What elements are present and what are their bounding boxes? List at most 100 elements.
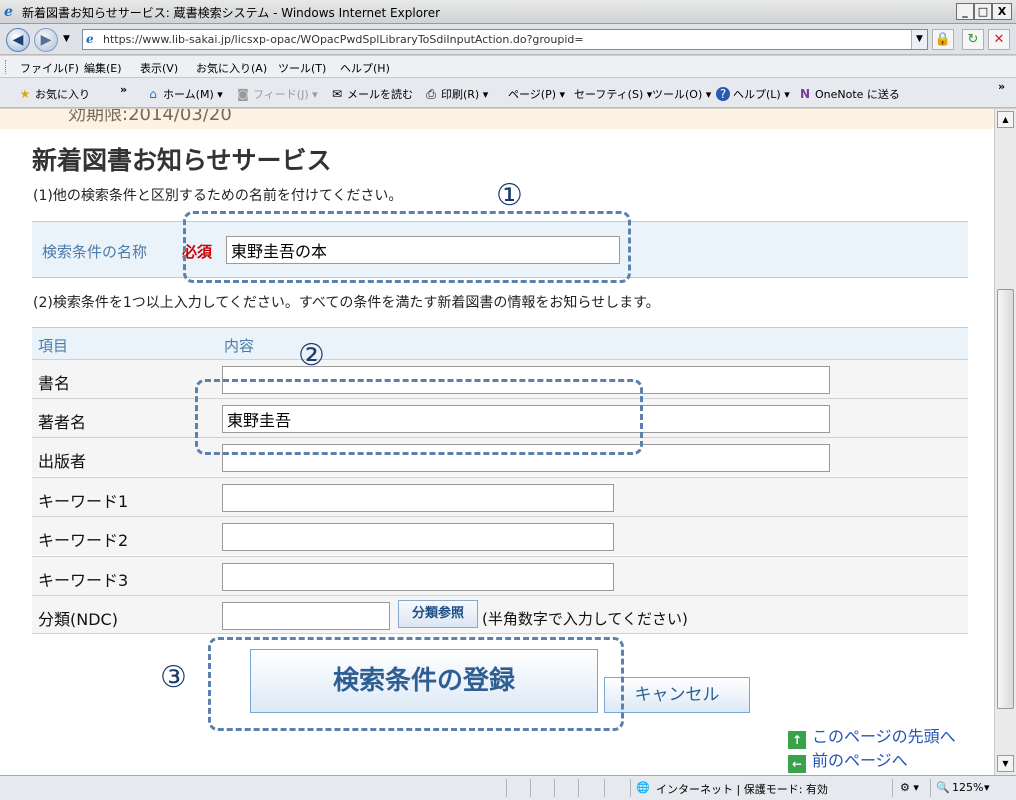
annotation-box-1 <box>183 211 631 283</box>
author-label: 著者名 <box>38 413 87 432</box>
address-field[interactable]: e https://www.lib-sakai.jp/licsxp-opac/W… <box>82 29 928 50</box>
command-bar: ★ お気に入り » ⌂ ホーム(M) ▾ ◙ フィード(J) ▾ ✉ メールを読む ⎙ 印… <box>0 78 1016 108</box>
star-icon: ★ <box>19 87 31 101</box>
field-row-keyword3: キーワード3 <box>32 556 968 595</box>
annotation-marker-1: ① <box>496 178 523 213</box>
previous-page-link[interactable]: ← 前のページへ <box>788 747 908 773</box>
field-row-ndc: 分類(NDC) 分類参照 (半角数字で入力してください) <box>32 595 968 634</box>
safety-label: セーフティ(S) <box>574 88 644 101</box>
page-menu[interactable]: ページ(P) ▾ <box>508 86 565 102</box>
step1-instruction: (1)他の検索条件と区別するための名前を付けてください。 <box>33 188 403 204</box>
home-button[interactable]: ⌂ ホーム(M) ▾ <box>146 86 223 102</box>
back-to-top-label: このページの先頭へ <box>812 727 956 746</box>
previous-page-label: 前のページへ <box>812 751 908 770</box>
status-divider <box>630 779 631 797</box>
menu-bar: ファイル(F) 編集(E) 表示(V) お気に入り(A) ツール(T) ヘルプ(… <box>0 56 1016 78</box>
menu-view[interactable]: 表示(V) <box>140 60 178 76</box>
menu-edit[interactable]: 編集(E) <box>84 60 122 76</box>
menu-file[interactable]: ファイル(F) <box>20 60 79 76</box>
forward-button[interactable]: ▶ <box>34 28 58 52</box>
left-arrow-icon: ← <box>788 755 806 773</box>
keyword3-input[interactable] <box>222 563 614 591</box>
menu-favorites[interactable]: お気に入り(A) <box>196 60 267 76</box>
status-divider <box>930 779 931 797</box>
address-dropdown-icon[interactable]: ▼ <box>911 30 927 49</box>
annotation-box-2 <box>195 379 643 455</box>
back-button[interactable]: ◀ <box>6 28 30 52</box>
header-item: 項目 <box>38 337 69 355</box>
tools-menu[interactable]: ツール(O) ▾ <box>652 86 711 102</box>
tools-label: ツール(O) <box>652 88 703 101</box>
lock-icon[interactable]: 🔒 <box>932 29 954 50</box>
window-title: 新着図書お知らせサービス: 蔵書検索システム - Windows Interne… <box>22 6 441 20</box>
header-content: 内容 <box>224 337 255 355</box>
cancel-button[interactable]: キャンセル <box>604 677 750 713</box>
print-button[interactable]: ⎙ 印刷(R) ▾ <box>424 86 488 102</box>
scroll-thumb[interactable] <box>997 289 1014 709</box>
favorites-label: お気に入り <box>35 88 90 101</box>
annotation-marker-3: ③ <box>160 660 187 695</box>
protected-mode-icon[interactable]: ⚙ ▾ <box>900 781 919 794</box>
ndc-lookup-button[interactable]: 分類参照 <box>398 600 478 628</box>
ie-logo-icon: e <box>4 4 13 20</box>
status-divider <box>892 779 893 797</box>
feed-icon: ◙ <box>237 87 249 101</box>
zoom-icon: 🔍 <box>936 781 950 794</box>
globe-icon: 🌐 <box>636 781 650 794</box>
scroll-down-icon[interactable]: ▼ <box>997 755 1014 772</box>
page-title: 新着図書お知らせサービス <box>32 146 332 175</box>
status-divider <box>506 779 507 797</box>
keyword2-label: キーワード2 <box>38 531 129 550</box>
keyword2-input[interactable] <box>222 523 614 551</box>
history-dropdown-icon[interactable]: ▼ <box>63 34 70 44</box>
menu-grip <box>5 60 7 74</box>
menu-help[interactable]: ヘルプ(H) <box>340 60 390 76</box>
status-divider <box>578 779 579 797</box>
ndc-label: 分類(NDC) <box>38 610 118 629</box>
help-menu[interactable]: ? ヘルプ(L) ▾ <box>716 86 790 102</box>
feeds-label: フィード(J) <box>253 88 309 101</box>
close-button[interactable]: X <box>992 3 1012 20</box>
search-name-label: 検索条件の名称 <box>42 243 148 261</box>
favorites-button[interactable]: ★ お気に入り <box>18 86 90 102</box>
keyword3-label: キーワード3 <box>38 571 129 590</box>
annotation-marker-2: ② <box>298 338 325 373</box>
keyword1-input[interactable] <box>222 484 614 512</box>
mail-button[interactable]: ✉ メールを読む <box>330 86 413 102</box>
feeds-button[interactable]: ◙ フィード(J) ▾ <box>236 86 317 102</box>
onenote-button[interactable]: N OneNote に送る <box>798 86 900 102</box>
stop-icon[interactable]: ✕ <box>988 29 1010 50</box>
status-bar: 🌐 インターネット | 保護モード: 有効 ⚙ ▾ 🔍 125% ▾ <box>0 775 1016 800</box>
zoom-level[interactable]: 125% <box>952 781 983 794</box>
command-chevron-icon[interactable]: » <box>998 80 1005 93</box>
onenote-label: OneNote に送る <box>815 88 900 101</box>
page-label: ページ(P) <box>508 88 556 101</box>
ndc-input[interactable] <box>222 602 390 630</box>
zoom-dropdown-icon[interactable]: ▾ <box>984 781 990 794</box>
maximize-button[interactable]: □ <box>974 3 992 20</box>
minimize-button[interactable]: _ <box>956 3 974 20</box>
keyword1-label: キーワード1 <box>38 492 129 511</box>
help-label: ヘルプ(L) <box>733 88 781 101</box>
print-label: 印刷(R) <box>441 88 480 101</box>
safety-menu[interactable]: セーフティ(S) ▾ <box>574 86 652 102</box>
url-text: https://www.lib-sakai.jp/licsxp-opac/WOp… <box>103 33 584 46</box>
home-icon: ⌂ <box>149 87 157 101</box>
onenote-icon: N <box>799 87 811 101</box>
scroll-up-icon[interactable]: ▲ <box>997 111 1014 128</box>
page-content: 効期限:2014/03/20 新着図書お知らせサービス (1)他の検索条件と区別… <box>0 109 994 775</box>
field-row-keyword1: キーワード1 <box>32 477 968 516</box>
window-title-bar: e 新着図書お知らせサービス: 蔵書検索システム - Windows Inter… <box>0 0 1016 24</box>
security-zone: インターネット | 保護モード: 有効 <box>656 783 828 796</box>
status-divider <box>530 779 531 797</box>
help-icon: ? <box>716 87 730 101</box>
back-to-top-link[interactable]: ↑ このページの先頭へ <box>788 723 956 749</box>
annotation-box-3 <box>208 637 624 731</box>
menu-tools[interactable]: ツール(T) <box>278 60 326 76</box>
refresh-icon[interactable]: ↻ <box>962 29 984 50</box>
chevron-icon[interactable]: » <box>120 83 127 96</box>
mail-label: メールを読む <box>347 88 413 101</box>
vertical-scrollbar[interactable]: ▲ ▼ <box>994 109 1016 775</box>
publisher-label: 出版者 <box>38 452 87 471</box>
address-bar: ◀ ▶ ▼ e https://www.lib-sakai.jp/licsxp-… <box>0 24 1016 55</box>
